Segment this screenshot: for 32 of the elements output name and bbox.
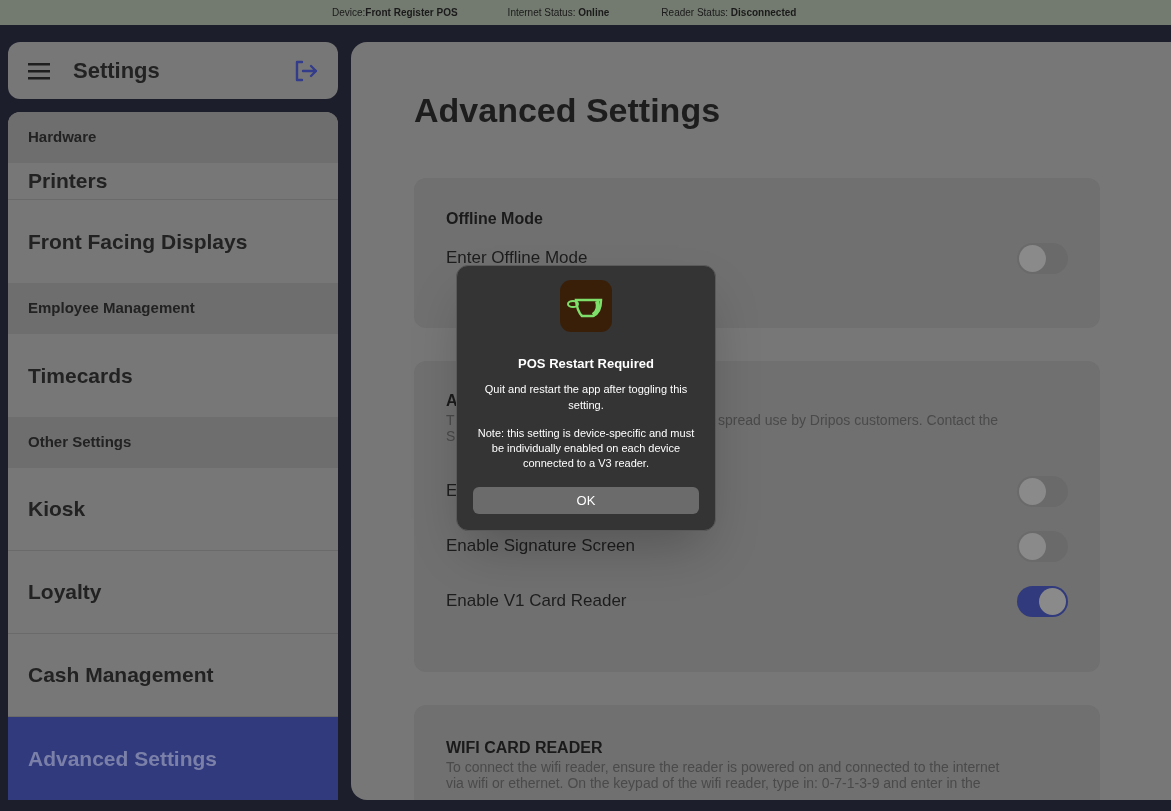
dialog-message: Quit and restart the app after toggling this setting. [483, 382, 689, 413]
toggle-label: E [446, 480, 458, 503]
sidebar-item[interactable]: Printers [8, 163, 338, 200]
card-heading: Offline Mode [446, 209, 543, 229]
page-title: Advanced Settings [414, 90, 722, 130]
sidebar-title: Settings [73, 57, 160, 85]
toggle-label: Enable V1 Card Reader [446, 590, 627, 613]
sidebar-item[interactable]: Timecards [8, 334, 338, 417]
toggle-switch[interactable] [1017, 475, 1068, 507]
sidebar-item[interactable]: Kiosk [8, 468, 338, 551]
section-heading: Other Settings [8, 417, 338, 468]
sidebar-item[interactable]: Loyalty [8, 551, 338, 634]
toggle-label: Enable Signature Screen [446, 535, 636, 558]
status-text: Internet Status: Online [507, 6, 610, 20]
toggle-switch[interactable] [1017, 242, 1068, 274]
toggle-label: Enter Offline Mode [446, 247, 588, 270]
toggle-switch[interactable] [1017, 530, 1068, 562]
section-heading: Hardware [8, 112, 338, 163]
dialog-note: Note: this setting is device-specific and must be individually enabled on each device connected to a V3 reader. [476, 426, 696, 471]
sidebar-item[interactable]: Advanced Settings [8, 717, 338, 800]
status-text: Reader Status: Disconnected [661, 6, 797, 20]
section-heading: Employee Management [8, 283, 338, 334]
status-text: Device:Front Register POS [332, 6, 458, 20]
card-heading: A [446, 391, 458, 411]
toggle-switch[interactable] [1017, 585, 1068, 617]
ok-button[interactable]: OK [473, 487, 699, 514]
menu-icon[interactable] [28, 61, 50, 80]
sidebar-item[interactable]: Front Facing Displays [8, 200, 338, 283]
logout-icon[interactable] [294, 59, 318, 82]
card-heading: WIFI CARD READER [446, 738, 603, 758]
dialog-title: POS Restart Required [518, 356, 654, 372]
app-icon [560, 280, 612, 332]
